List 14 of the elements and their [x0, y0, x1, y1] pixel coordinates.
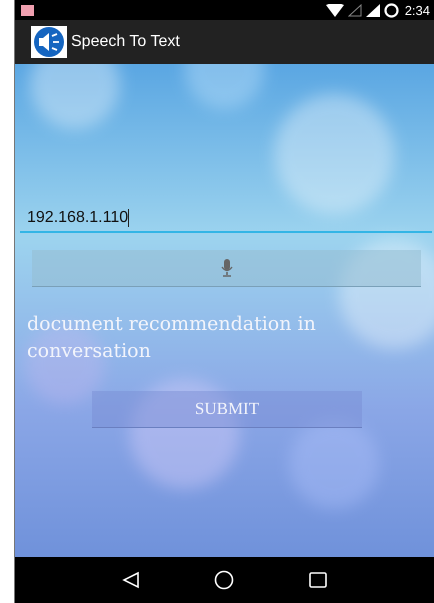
signal-icon — [366, 4, 380, 16]
notification-icon — [21, 4, 34, 16]
status-time: 2:34 — [404, 2, 430, 18]
recent-apps-icon[interactable] — [308, 572, 327, 588]
battery-icon — [384, 2, 399, 18]
speaker-icon — [31, 26, 67, 58]
recognized-text: document recommendation in conversation — [27, 312, 317, 364]
wifi-icon — [326, 4, 344, 16]
app-title: Speech To Text — [71, 33, 180, 51]
home-icon[interactable] — [214, 570, 234, 590]
back-icon[interactable] — [122, 571, 140, 589]
ip-address-field[interactable]: 192.168.1.110 — [20, 206, 432, 233]
signal-icon — [348, 4, 362, 16]
microphone-icon — [220, 259, 232, 277]
